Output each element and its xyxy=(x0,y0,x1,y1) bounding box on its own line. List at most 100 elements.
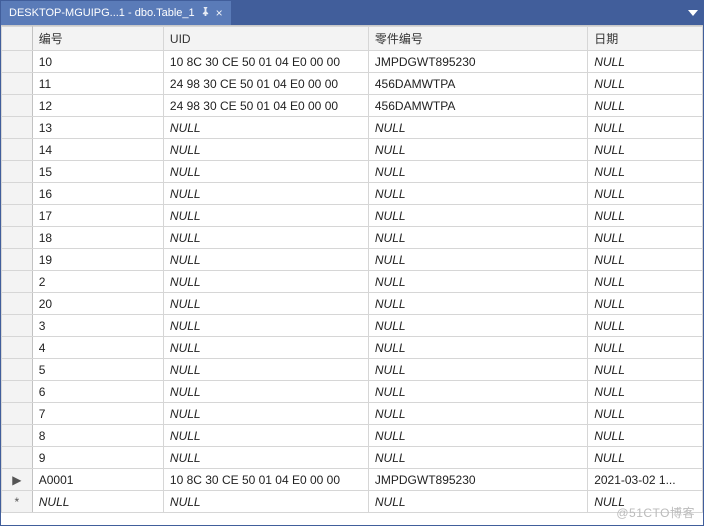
cell-uid[interactable]: 10 8C 30 CE 50 01 04 E0 00 00 xyxy=(163,51,368,73)
cell-uid[interactable]: NULL xyxy=(163,447,368,469)
cell-part[interactable]: NULL xyxy=(368,161,587,183)
cell-id[interactable]: 7 xyxy=(32,403,163,425)
row-selector[interactable] xyxy=(2,447,33,469)
cell-uid[interactable]: NULL xyxy=(163,403,368,425)
table-row[interactable]: 3NULLNULLNULL xyxy=(2,315,703,337)
table-row[interactable]: 7NULLNULLNULL xyxy=(2,403,703,425)
pin-icon[interactable] xyxy=(201,7,210,19)
cell-id[interactable]: 8 xyxy=(32,425,163,447)
cell-date[interactable]: NULL xyxy=(588,337,703,359)
cell-uid[interactable]: NULL xyxy=(163,139,368,161)
cell-id[interactable]: 12 xyxy=(32,95,163,117)
column-header-id[interactable]: 编号 xyxy=(32,27,163,51)
cell-date[interactable]: NULL xyxy=(588,161,703,183)
cell-id[interactable]: 13 xyxy=(32,117,163,139)
cell-uid[interactable]: NULL xyxy=(163,315,368,337)
cell-uid[interactable]: 10 8C 30 CE 50 01 04 E0 00 00 xyxy=(163,469,368,491)
table-row[interactable]: 1124 98 30 CE 50 01 04 E0 00 00456DAMWTP… xyxy=(2,73,703,95)
cell-part[interactable]: 456DAMWTPA xyxy=(368,73,587,95)
cell-id[interactable]: 9 xyxy=(32,447,163,469)
cell-date[interactable]: NULL xyxy=(588,117,703,139)
data-grid-scroll[interactable]: 编号 UID 零件编号 日期 1010 8C 30 CE 50 01 04 E0… xyxy=(1,25,703,525)
cell-part[interactable]: NULL xyxy=(368,315,587,337)
cell-id[interactable]: 16 xyxy=(32,183,163,205)
table-row[interactable]: 17NULLNULLNULL xyxy=(2,205,703,227)
cell-id[interactable]: 5 xyxy=(32,359,163,381)
column-header-part[interactable]: 零件编号 xyxy=(368,27,587,51)
cell-date[interactable]: NULL xyxy=(588,205,703,227)
cell-uid[interactable]: NULL xyxy=(163,381,368,403)
cell-date[interactable]: NULL xyxy=(588,51,703,73)
table-row[interactable]: 6NULLNULLNULL xyxy=(2,381,703,403)
cell-date[interactable]: NULL xyxy=(588,73,703,95)
row-selector[interactable]: ▶ xyxy=(2,469,33,491)
cell-uid[interactable]: NULL xyxy=(163,293,368,315)
cell-date[interactable]: NULL xyxy=(588,95,703,117)
table-row[interactable]: ▶A000110 8C 30 CE 50 01 04 E0 00 00JMPDG… xyxy=(2,469,703,491)
close-icon[interactable]: × xyxy=(216,6,223,20)
table-row[interactable]: 2NULLNULLNULL xyxy=(2,271,703,293)
table-row[interactable]: 18NULLNULLNULL xyxy=(2,227,703,249)
cell-uid[interactable]: NULL xyxy=(163,117,368,139)
cell-part[interactable]: NULL xyxy=(368,205,587,227)
row-selector[interactable] xyxy=(2,51,33,73)
cell-uid[interactable]: NULL xyxy=(163,337,368,359)
table-row[interactable]: 19NULLNULLNULL xyxy=(2,249,703,271)
cell-date[interactable]: NULL xyxy=(588,381,703,403)
row-selector[interactable] xyxy=(2,293,33,315)
row-selector[interactable] xyxy=(2,337,33,359)
cell-id[interactable]: A0001 xyxy=(32,469,163,491)
table-row[interactable]: 1010 8C 30 CE 50 01 04 E0 00 00JMPDGWT89… xyxy=(2,51,703,73)
cell-part[interactable]: NULL xyxy=(368,447,587,469)
cell-part[interactable]: NULL xyxy=(368,117,587,139)
table-row[interactable]: 9NULLNULLNULL xyxy=(2,447,703,469)
cell-id[interactable]: 4 xyxy=(32,337,163,359)
table-row[interactable]: 14NULLNULLNULL xyxy=(2,139,703,161)
table-row[interactable]: *NULLNULLNULLNULL xyxy=(2,491,703,513)
row-selector[interactable]: * xyxy=(2,491,33,513)
cell-date[interactable]: NULL xyxy=(588,271,703,293)
cell-uid[interactable]: NULL xyxy=(163,491,368,513)
cell-part[interactable]: JMPDGWT895230 xyxy=(368,51,587,73)
cell-uid[interactable]: NULL xyxy=(163,205,368,227)
cell-part[interactable]: NULL xyxy=(368,425,587,447)
row-selector[interactable] xyxy=(2,381,33,403)
cell-date[interactable]: NULL xyxy=(588,139,703,161)
cell-part[interactable]: NULL xyxy=(368,139,587,161)
cell-uid[interactable]: NULL xyxy=(163,359,368,381)
cell-date[interactable]: NULL xyxy=(588,249,703,271)
cell-date[interactable]: NULL xyxy=(588,315,703,337)
cell-date[interactable]: NULL xyxy=(588,447,703,469)
column-header-date[interactable]: 日期 xyxy=(588,27,703,51)
cell-id[interactable]: 14 xyxy=(32,139,163,161)
row-selector[interactable] xyxy=(2,95,33,117)
cell-id[interactable]: 17 xyxy=(32,205,163,227)
cell-id[interactable]: 19 xyxy=(32,249,163,271)
cell-date[interactable]: NULL xyxy=(588,491,703,513)
cell-uid[interactable]: 24 98 30 CE 50 01 04 E0 00 00 xyxy=(163,73,368,95)
cell-part[interactable]: NULL xyxy=(368,381,587,403)
cell-id[interactable]: 3 xyxy=(32,315,163,337)
cell-uid[interactable]: NULL xyxy=(163,161,368,183)
cell-uid[interactable]: NULL xyxy=(163,183,368,205)
row-selector[interactable] xyxy=(2,425,33,447)
cell-part[interactable]: NULL xyxy=(368,293,587,315)
cell-uid[interactable]: NULL xyxy=(163,227,368,249)
cell-id[interactable]: 6 xyxy=(32,381,163,403)
tab-overflow-button[interactable] xyxy=(683,1,703,25)
row-selector[interactable] xyxy=(2,403,33,425)
cell-id[interactable]: NULL xyxy=(32,491,163,513)
row-selector[interactable] xyxy=(2,205,33,227)
row-selector[interactable] xyxy=(2,271,33,293)
cell-date[interactable]: 2021-03-02 1... xyxy=(588,469,703,491)
document-tab[interactable]: DESKTOP-MGUIPG...1 - dbo.Table_1 × xyxy=(1,1,232,25)
row-selector[interactable] xyxy=(2,161,33,183)
cell-uid[interactable]: NULL xyxy=(163,249,368,271)
cell-date[interactable]: NULL xyxy=(588,425,703,447)
cell-part[interactable]: JMPDGWT895230 xyxy=(368,469,587,491)
table-row[interactable]: 13NULLNULLNULL xyxy=(2,117,703,139)
cell-date[interactable]: NULL xyxy=(588,293,703,315)
cell-id[interactable]: 18 xyxy=(32,227,163,249)
table-row[interactable]: 8NULLNULLNULL xyxy=(2,425,703,447)
cell-uid[interactable]: 24 98 30 CE 50 01 04 E0 00 00 xyxy=(163,95,368,117)
